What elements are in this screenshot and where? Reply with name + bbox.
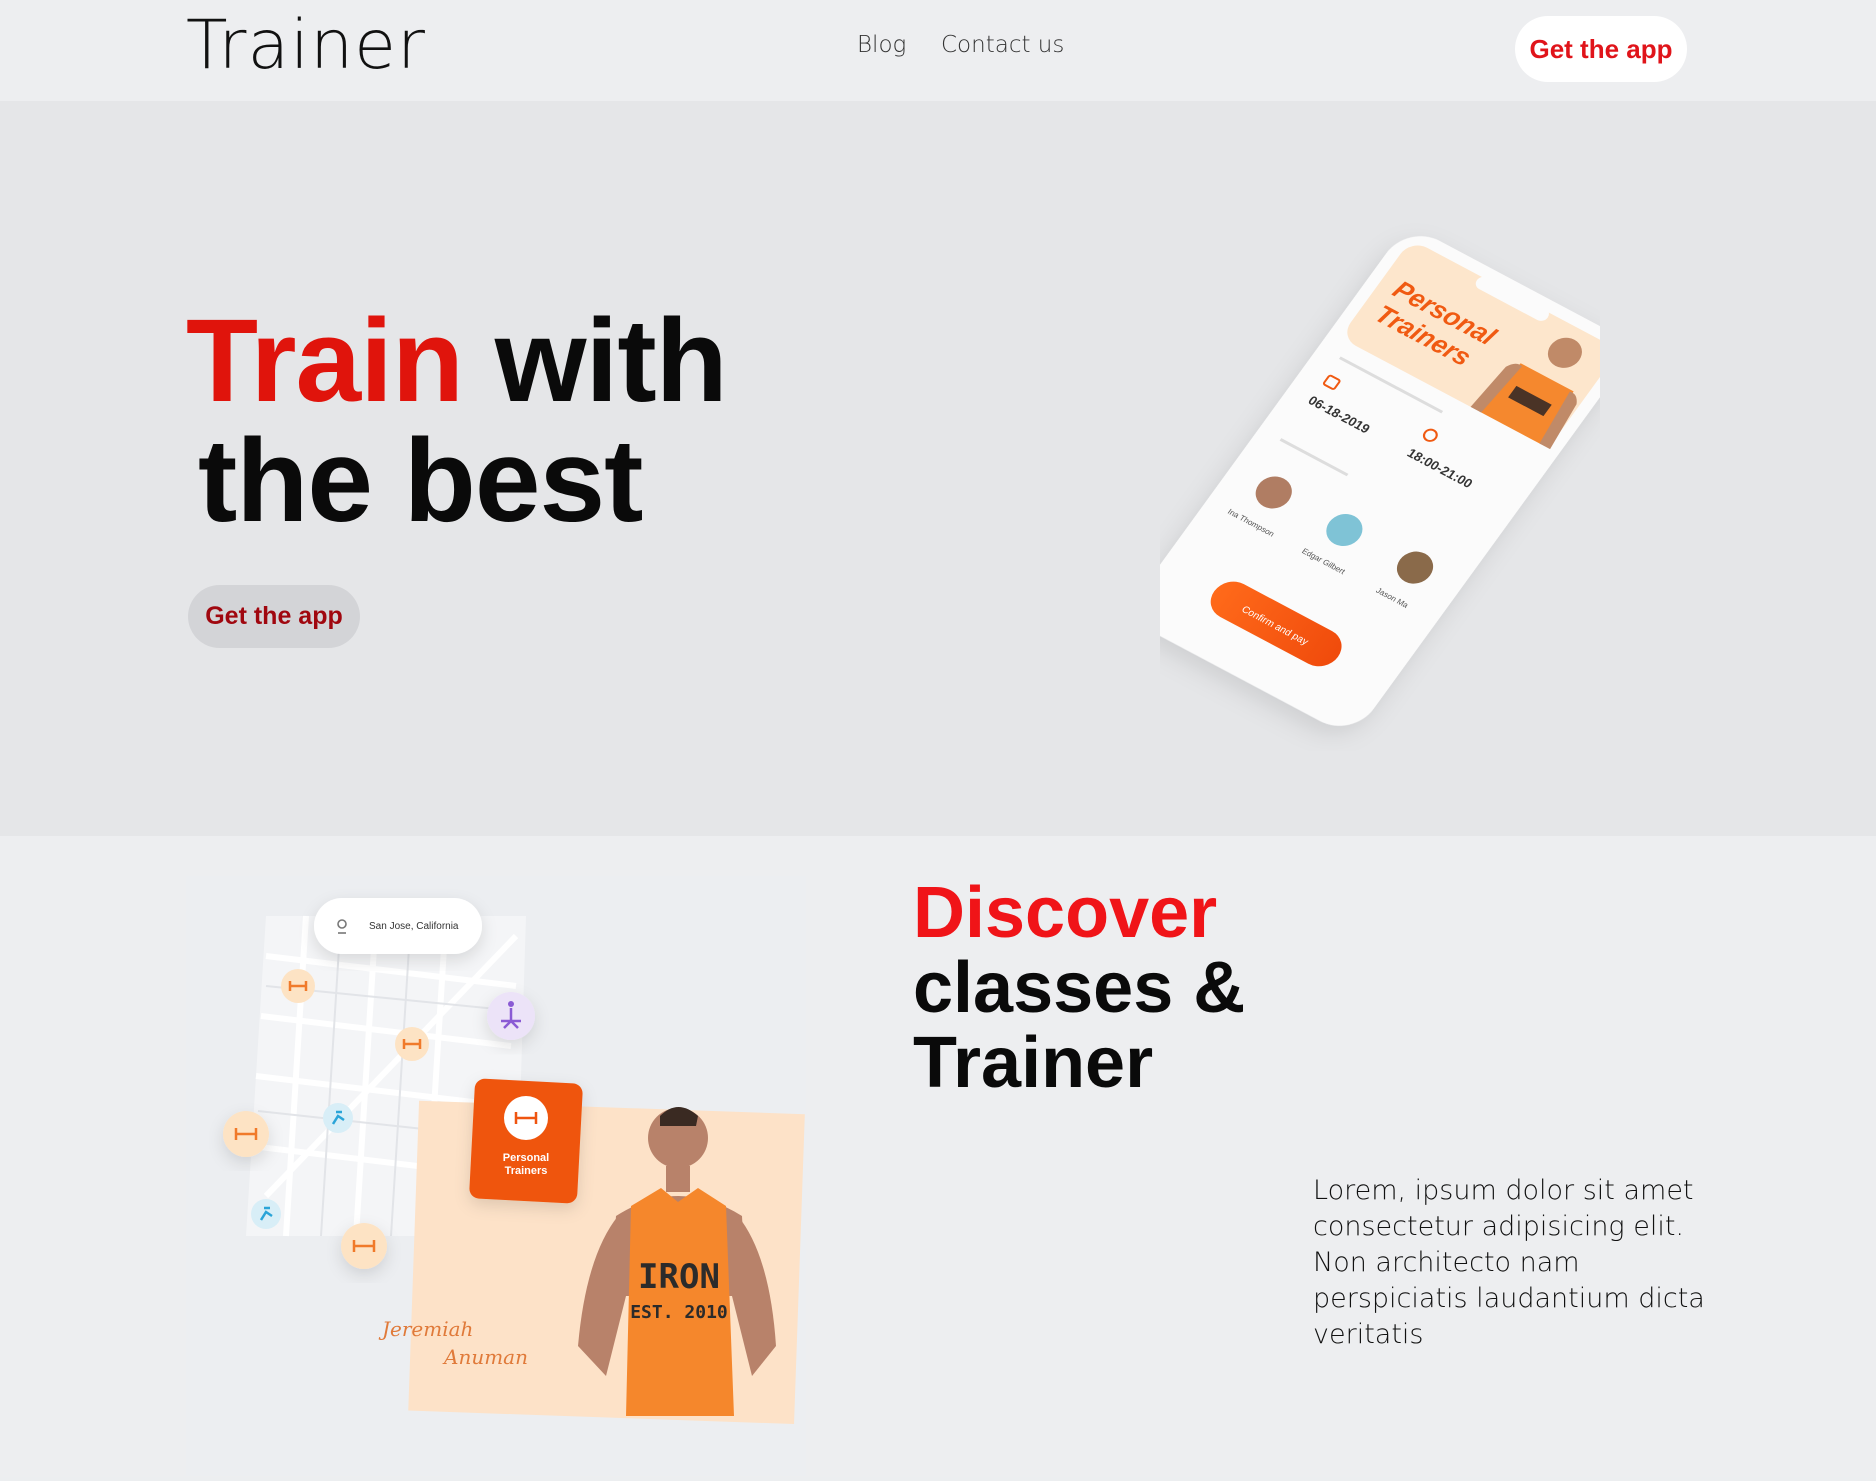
nav-get-the-app-button[interactable]: Get the app [1515, 16, 1687, 82]
discover-description: Lorem, ipsum dolor sit amet consectetur … [1313, 1175, 1705, 1350]
gym-marker-icon[interactable] [281, 969, 315, 1003]
gym-marker-icon[interactable] [341, 1223, 387, 1269]
hero-title-rest: with [462, 295, 728, 427]
discover-title-line3: Trainer [913, 1023, 1154, 1103]
shirt-text-iron: IRON [638, 1257, 720, 1297]
location-label: San Jose, California [369, 921, 459, 932]
dumbbell-icon [504, 1096, 548, 1140]
discover-illustration: San Jose, California IRON EST. 2010 Jere… [186, 876, 806, 1476]
running-marker-icon[interactable] [323, 1103, 353, 1133]
hero-get-the-app-button[interactable]: Get the app [188, 585, 360, 648]
signature-line2: Anuman [442, 1345, 528, 1369]
hero-section: Train with the best Get the app Personal … [0, 101, 1876, 836]
shirt-text-est: EST. 2010 [630, 1302, 728, 1323]
discover-title: Discover classes & Trainer [913, 876, 1245, 1101]
running-marker-icon[interactable] [251, 1199, 281, 1229]
gym-marker-icon[interactable] [395, 1027, 429, 1061]
discover-section: San Jose, California IRON EST. 2010 Jere… [0, 836, 1876, 1477]
discover-title-line2: classes & [913, 948, 1246, 1028]
discover-title-accent: Discover [913, 873, 1218, 953]
site-logo[interactable]: Trainer [186, 6, 426, 85]
nav-link-blog[interactable]: Blog [857, 32, 906, 58]
yoga-marker-icon[interactable] [487, 992, 535, 1040]
top-navigation: Trainer Blog Contact us Get the app [0, 0, 1876, 101]
card-label-line1: Personal [503, 1152, 549, 1164]
hero-title-accent: Train [186, 295, 464, 427]
phone-mockup: Personal Trainers 06-18-2019 18:00-21:00 [1137, 211, 1623, 751]
signature-line1: Jeremiah [378, 1317, 473, 1341]
gym-marker-icon[interactable] [223, 1111, 269, 1157]
card-label-line2: Trainers [505, 1165, 548, 1177]
hero-title-line2: the best [198, 415, 643, 547]
nav-link-contact-us[interactable]: Contact us [941, 32, 1064, 58]
hero-title: Train with the best [186, 301, 728, 547]
